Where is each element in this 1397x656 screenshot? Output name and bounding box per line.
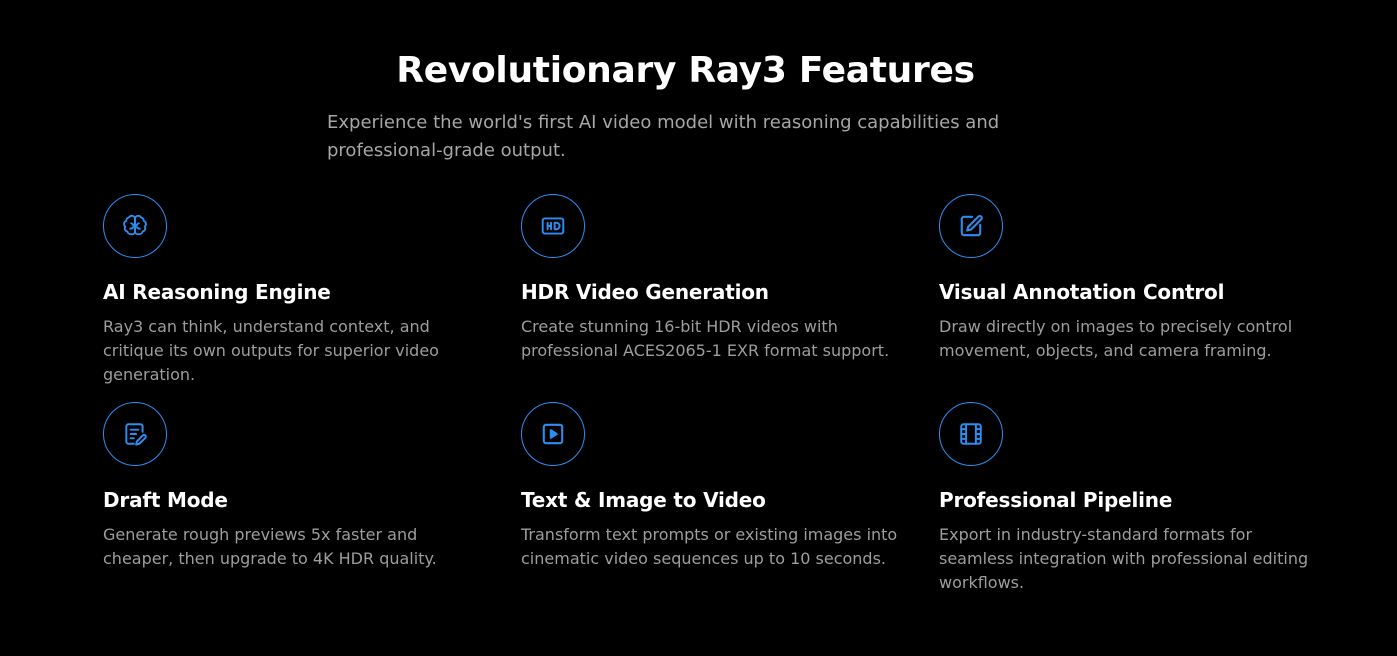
feature-title: Draft Mode (103, 488, 228, 512)
feature-title: AI Reasoning Engine (103, 280, 331, 304)
feature-icon-circle (521, 402, 585, 466)
feature-description: Transform text prompts or existing image… (521, 525, 898, 568)
feature-title: Visual Annotation Control (939, 280, 1225, 304)
feature-icon-circle (103, 194, 167, 258)
feature-card-professional-pipeline: Professional Pipeline Export in industry… (939, 402, 1343, 602)
features-section: Revolutionary Ray3 Features Experience t… (0, 0, 1397, 656)
feature-icon-circle (939, 194, 1003, 258)
brain-icon (123, 214, 147, 236)
features-grid: AI Reasoning Engine Ray3 can think, unde… (103, 194, 1343, 602)
feature-title: Text & Image to Video (521, 488, 766, 512)
play-square-icon (542, 423, 564, 445)
feature-description: Draw directly on images to precisely con… (939, 317, 1293, 360)
hd-icon (541, 217, 565, 235)
feature-icon-circle (103, 402, 167, 466)
feature-description: Ray3 can think, understand context, and … (103, 317, 439, 384)
feature-card-hdr-video: HDR Video Generation Create stunning 16-… (521, 194, 939, 402)
feature-title: HDR Video Generation (521, 280, 769, 304)
feature-description: Create stunning 16-bit HDR videos with p… (521, 317, 890, 360)
feature-card-draft-mode: Draft Mode Generate rough previews 5x fa… (103, 402, 521, 602)
feature-title: Professional Pipeline (939, 488, 1173, 512)
section-title: Revolutionary Ray3 Features (396, 50, 975, 91)
feature-description: Generate rough previews 5x faster and ch… (103, 525, 437, 568)
feature-icon-circle (521, 194, 585, 258)
film-strip-icon (960, 423, 982, 445)
feature-description: Export in industry-standard formats for … (939, 525, 1309, 592)
draft-document-icon (125, 423, 147, 446)
feature-card-visual-annotation: Visual Annotation Control Draw directly … (939, 194, 1343, 402)
section-subtitle: Experience the world's first AI video mo… (327, 112, 1000, 161)
edit-square-icon (960, 215, 983, 237)
feature-icon-circle (939, 402, 1003, 466)
feature-card-ai-reasoning: AI Reasoning Engine Ray3 can think, unde… (103, 194, 521, 402)
feature-card-text-image-video: Text & Image to Video Transform text pro… (521, 402, 939, 602)
